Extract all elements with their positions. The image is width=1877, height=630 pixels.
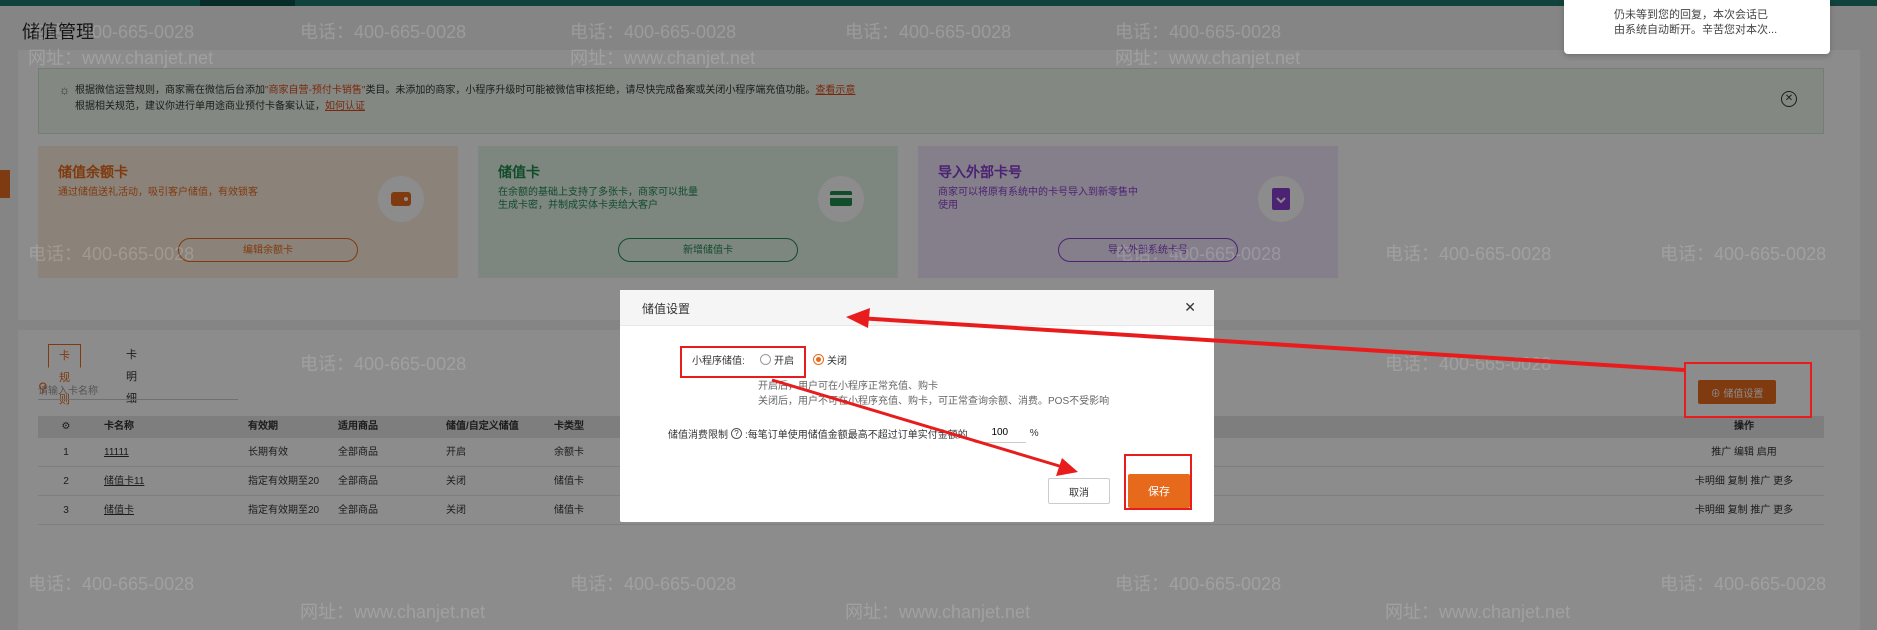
- dialog-header: 储值设置 ✕: [620, 290, 1214, 326]
- radio-disable[interactable]: 关闭: [813, 352, 847, 367]
- cancel-button[interactable]: 取消: [1048, 478, 1110, 504]
- dialog-title: 储值设置: [642, 302, 691, 316]
- question-icon[interactable]: ?: [731, 427, 742, 439]
- miniprogram-label: 小程序储值:: [692, 356, 745, 367]
- help-text: 开启后，用户可在小程序正常充值、购卡 关闭后，用户不可在小程序充值、购卡，可正常…: [758, 381, 1110, 407]
- radio-icon: [760, 354, 771, 365]
- save-button[interactable]: 保存: [1128, 474, 1190, 508]
- limit-percent-input[interactable]: [973, 423, 1026, 443]
- chat-popup[interactable]: 仍未等到您的回复，本次会话已 由系统自动断开。辛苦您对本次...: [1564, 0, 1830, 54]
- close-icon[interactable]: ✕: [1184, 299, 1196, 316]
- consumption-limit-row: 储值消费限制 ? :每笔订单使用储值金额最高不超过订单实付金额的 %: [668, 423, 1039, 443]
- stored-value-settings-dialog: 储值设置 ✕ 小程序储值: 开启 关闭 开启后，用户可在小程序正常充值、购卡 关…: [620, 290, 1214, 522]
- radio-enable[interactable]: 开启: [760, 352, 794, 367]
- radio-selected-icon: [813, 354, 824, 365]
